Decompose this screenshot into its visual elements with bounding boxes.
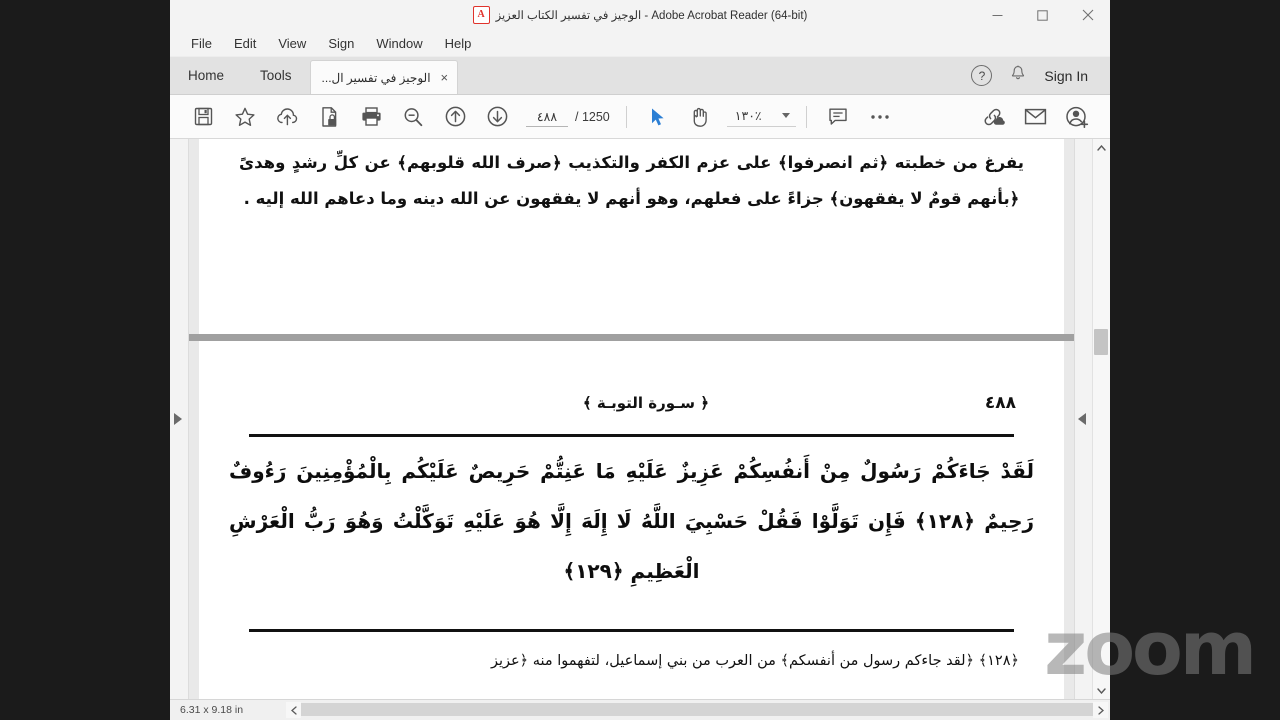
tab-bar-right-group: ? Sign In <box>971 57 1110 94</box>
status-bar: 6.31 x 9.18 in <box>170 699 1110 720</box>
bell-icon[interactable] <box>1010 65 1026 87</box>
zoom-level-control[interactable]: ١٣٠٪ <box>726 106 796 127</box>
menu-view[interactable]: View <box>267 33 317 54</box>
left-panel-toggle[interactable] <box>170 139 189 699</box>
pdf-page-current: ٤٨٨ ﴿ سـورة التوبـة ﴾ لَقَدْ جَاءَكُمْ ر… <box>199 341 1064 699</box>
tab-tools[interactable]: Tools <box>242 57 310 94</box>
comment-icon[interactable] <box>817 95 859 138</box>
page-down-icon[interactable] <box>476 95 518 138</box>
menu-file[interactable]: File <box>180 33 223 54</box>
menu-window[interactable]: Window <box>365 33 433 54</box>
more-ellipsis-icon[interactable] <box>859 95 901 138</box>
minimize-button[interactable] <box>975 0 1020 30</box>
horizontal-scroll-track[interactable] <box>301 702 1093 718</box>
toolbar-right-group <box>972 95 1098 138</box>
page-header-row: ٤٨٨ ﴿ سـورة التوبـة ﴾ <box>247 393 1016 413</box>
print-icon[interactable] <box>350 95 392 138</box>
menu-help[interactable]: Help <box>434 33 483 54</box>
menu-bar: File Edit View Sign Window Help <box>170 30 1110 57</box>
scroll-thumb[interactable] <box>1094 329 1108 355</box>
vertical-scrollbar[interactable] <box>1092 139 1110 699</box>
envelope-icon[interactable] <box>1014 95 1056 138</box>
scroll-down-arrow[interactable] <box>1093 682 1110 699</box>
zoom-level-value: ١٣٠٪ <box>734 109 762 123</box>
page-header-surah: ﴿ سـورة التوبـة ﴾ <box>582 394 710 412</box>
window-controls <box>975 0 1110 30</box>
right-panel-toggle[interactable] <box>1074 139 1092 699</box>
chevron-left-icon[interactable] <box>1078 413 1086 425</box>
scroll-right-arrow[interactable] <box>1093 702 1108 718</box>
page-separator <box>189 334 1074 341</box>
page-number-input[interactable]: ٤٨٨ <box>526 107 568 127</box>
page-total-label: / 1250 <box>575 109 610 124</box>
acrobat-window: A الوجيز في تفسير الكتاب العزيز - Adobe … <box>170 0 1110 720</box>
screen-root: A الوجيز في تفسير الكتاب العزيز - Adobe … <box>0 0 1280 720</box>
page-navigator[interactable]: ٤٨٨ / 1250 <box>526 107 610 127</box>
tab-document-label: الوجيز في تفسير ال... <box>321 70 431 85</box>
menu-edit[interactable]: Edit <box>223 33 267 54</box>
toolbar: ٤٨٨ / 1250 ١٣٠٪ <box>170 95 1110 139</box>
horizontal-scrollbar[interactable] <box>286 702 1108 718</box>
header-rule <box>249 434 1014 437</box>
tab-document[interactable]: الوجيز في تفسير ال... × <box>309 60 459 94</box>
page-up-icon[interactable] <box>434 95 476 138</box>
chevron-down-icon[interactable] <box>781 113 790 118</box>
pdf-pages-container[interactable]: يفرغ من خطبته ﴿ثم انصرفوا﴾ على عزم الكفر… <box>189 139 1074 699</box>
window-title: الوجيز في تفسير الكتاب العزيز - Adobe Ac… <box>495 10 808 22</box>
add-person-icon[interactable] <box>1056 95 1098 138</box>
toolbar-divider-2 <box>805 105 807 128</box>
close-button[interactable] <box>1065 0 1110 30</box>
previous-page-text: يفرغ من خطبته ﴿ثم انصرفوا﴾ على عزم الكفر… <box>239 153 1024 208</box>
adobe-acrobat-icon: A <box>472 6 490 24</box>
share-link-icon[interactable] <box>972 95 1014 138</box>
document-viewer: يفرغ من خطبته ﴿ثم انصرفوا﴾ على عزم الكفر… <box>170 139 1110 699</box>
upload-cloud-icon[interactable] <box>266 95 308 138</box>
toolbar-divider <box>625 105 627 128</box>
tab-bar: Home Tools الوجيز في تفسير ال... × ? Sig… <box>170 57 1110 95</box>
footer-rule <box>249 629 1014 632</box>
page-size-label: 6.31 x 9.18 in <box>180 704 244 716</box>
sign-in-button[interactable]: Sign In <box>1044 68 1088 84</box>
zoom-out-icon[interactable] <box>392 95 434 138</box>
hand-icon[interactable] <box>679 95 721 138</box>
horizontal-scroll-thumb[interactable] <box>301 703 1093 716</box>
chevron-right-icon[interactable] <box>174 413 182 425</box>
cursor-arrow-icon[interactable] <box>637 95 679 138</box>
scroll-up-arrow[interactable] <box>1093 139 1110 156</box>
pdf-page-previous: يفرغ من خطبته ﴿ثم انصرفوا﴾ على عزم الكفر… <box>199 139 1064 334</box>
protect-file-icon[interactable] <box>308 95 350 138</box>
maximize-button[interactable] <box>1020 0 1065 30</box>
quran-verses-text: لَقَدْ جَاءَكُمْ رَسُولٌ مِنْ أَنفُسِكُم… <box>229 459 1034 583</box>
close-icon[interactable]: × <box>441 71 449 84</box>
save-icon[interactable] <box>182 95 224 138</box>
star-icon[interactable] <box>224 95 266 138</box>
help-circle-icon[interactable]: ? <box>971 65 993 86</box>
title-center-group: A الوجيز في تفسير الكتاب العزيز - Adobe … <box>170 0 1110 30</box>
tab-home[interactable]: Home <box>170 57 242 94</box>
title-bar: A الوجيز في تفسير الكتاب العزيز - Adobe … <box>170 0 1110 30</box>
scroll-left-arrow[interactable] <box>286 702 301 718</box>
tafsir-text: ﴿١٢٨﴾ ﴿لقد جاءكم رسول من أنفسكم﴾ من العر… <box>490 653 1019 669</box>
menu-sign[interactable]: Sign <box>317 33 365 54</box>
